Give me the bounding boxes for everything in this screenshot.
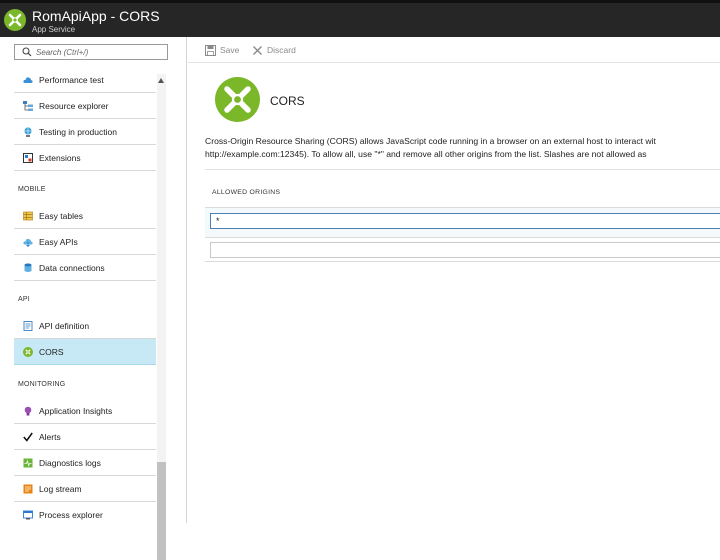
app-subtitle: App Service [32, 25, 76, 34]
database-icon [24, 263, 32, 272]
allowed-origins-header: ALLOWED ORIGINS [212, 189, 281, 196]
cors-icon [23, 347, 33, 357]
checkmark-icon [23, 432, 33, 442]
sidebar-item-api-definition[interactable]: API definition [14, 313, 156, 339]
sidebar-item-label: Process explorer [39, 510, 103, 520]
search-box[interactable] [14, 44, 168, 60]
sidebar-item-easy-apis[interactable]: Easy APIs [14, 229, 156, 255]
sidebar-item-easy-tables[interactable]: Easy tables [14, 203, 156, 229]
sidebar-item-label: Diagnostics logs [39, 458, 101, 468]
search-icon [22, 47, 32, 57]
sidebar-item-cors[interactable]: CORS [14, 339, 156, 365]
app-service-logo-icon [4, 9, 26, 31]
sidebar-item-application-insights[interactable]: Application Insights [14, 398, 156, 424]
save-icon [205, 45, 216, 56]
api-definition-icon [23, 321, 33, 331]
sidebar-item-data-connections[interactable]: Data connections [14, 255, 156, 281]
sidebar-item-label: Alerts [39, 432, 61, 442]
cors-logo-icon [215, 77, 260, 122]
sidebar-item-process-explorer[interactable]: Process explorer [14, 502, 156, 523]
sidebar-item-label: Performance test [39, 75, 104, 85]
app-title: RomApiApp - CORS [32, 8, 160, 24]
sidebar-scrollbar[interactable] [157, 74, 166, 560]
allowed-origin-input-1[interactable] [210, 213, 720, 229]
search-input[interactable] [36, 46, 164, 58]
sidebar-item-label: Data connections [39, 263, 105, 273]
sidebar-item-label: Easy APIs [39, 237, 78, 247]
sidebar-item-alerts[interactable]: Alerts [14, 424, 156, 450]
sidebar-item-log-stream[interactable]: Log stream [14, 476, 156, 502]
allowed-origin-input-2[interactable] [210, 242, 720, 258]
sidebar-item-label: Resource explorer [39, 101, 109, 111]
save-label: Save [220, 45, 240, 55]
cors-description: Cross-Origin Resource Sharing (CORS) all… [205, 135, 720, 161]
main-blade: Save Discard CORS Cross-Origin Resource … [188, 37, 720, 523]
top-bar: RomApiApp - CORS App Service [0, 0, 720, 37]
discard-button[interactable]: Discard [252, 44, 307, 57]
cloud-api-icon [23, 238, 33, 247]
extensions-icon [23, 153, 33, 163]
row-divider [205, 237, 720, 238]
scroll-up-arrow-icon[interactable] [158, 78, 164, 83]
log-stream-icon [23, 484, 33, 494]
sidebar-item-label: CORS [39, 347, 64, 357]
section-mobile: MOBILE [18, 186, 46, 193]
table-icon [23, 211, 33, 221]
cloud-icon [23, 77, 33, 83]
sidebar: Performance test Resource explorer Testi… [0, 37, 187, 560]
diagnostics-icon [23, 458, 33, 468]
close-icon [253, 46, 262, 55]
scrollbar-thumb[interactable] [157, 462, 166, 560]
sidebar-item-label: API definition [39, 321, 90, 331]
lightbulb-icon [24, 406, 32, 416]
section-monitoring: MONITORING [18, 381, 66, 388]
sidebar-item-extensions[interactable]: Extensions [14, 145, 156, 171]
sidebar-item-label: Application Insights [39, 406, 113, 416]
globe-icon [24, 127, 32, 137]
page-title: CORS [270, 94, 305, 108]
sidebar-nav: Performance test Resource explorer Testi… [0, 67, 168, 523]
section-api: API [18, 296, 30, 303]
sidebar-item-label: Log stream [39, 484, 82, 494]
save-button[interactable]: Save [205, 44, 245, 57]
row-divider [205, 261, 720, 262]
command-bar: Save Discard [188, 37, 720, 63]
sidebar-item-label: Extensions [39, 153, 81, 163]
divider [205, 169, 720, 170]
sidebar-item-performance-test[interactable]: Performance test [14, 67, 156, 93]
process-explorer-icon [23, 510, 33, 520]
sidebar-item-label: Easy tables [39, 211, 83, 221]
sidebar-item-label: Testing in production [39, 127, 117, 137]
sidebar-item-testing-in-production[interactable]: Testing in production [14, 119, 156, 145]
sidebar-item-resource-explorer[interactable]: Resource explorer [14, 93, 156, 119]
description-line-2: http://example.com:12345). To allow all,… [205, 149, 647, 159]
resource-explorer-icon [23, 101, 33, 111]
description-line-1: Cross-Origin Resource Sharing (CORS) all… [205, 136, 656, 146]
discard-label: Discard [267, 45, 296, 55]
sidebar-item-diagnostics-logs[interactable]: Diagnostics logs [14, 450, 156, 476]
